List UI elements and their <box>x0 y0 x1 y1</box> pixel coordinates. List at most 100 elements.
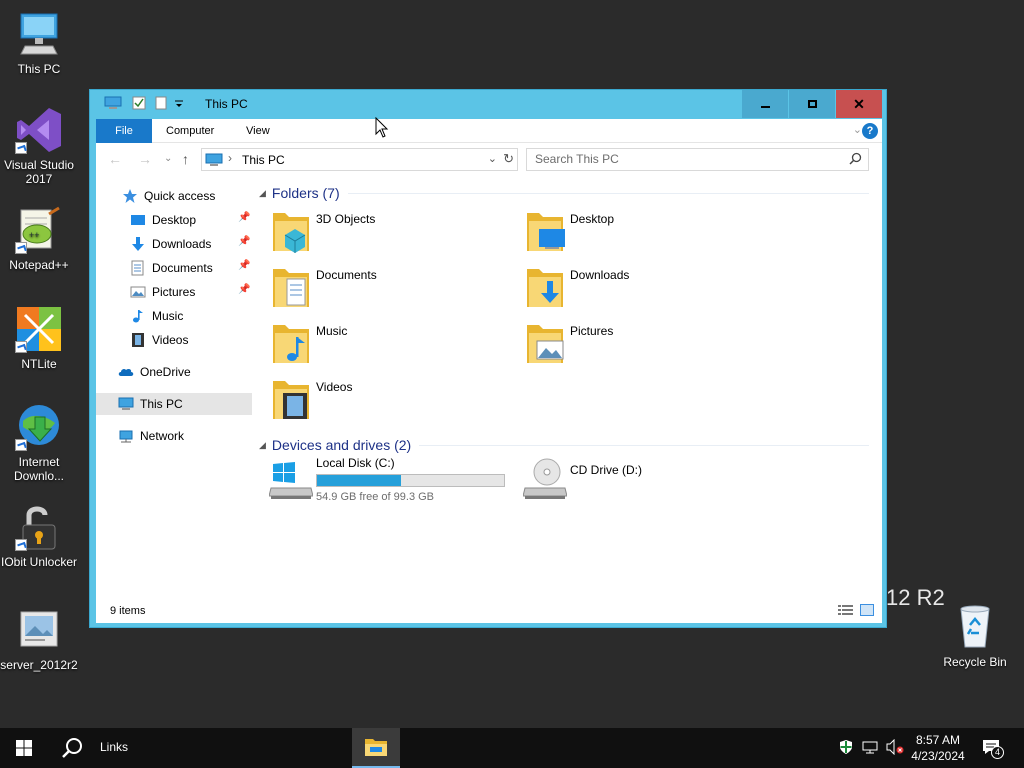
pin-icon[interactable]: 📌 <box>238 260 250 271</box>
taskbar-clock[interactable]: 8:57 AM 4/23/2024 <box>906 732 970 764</box>
tab-view[interactable]: View <box>232 119 284 143</box>
action-center-button[interactable]: 4 <box>982 738 1004 759</box>
sidebar-item-downloads[interactable]: Downloads <box>130 233 211 255</box>
sidebar-item-label: Network <box>140 429 185 443</box>
sidebar-item-onedrive[interactable]: OneDrive <box>118 361 191 383</box>
title-bar[interactable]: This PC ✕ <box>90 90 886 119</box>
tab-computer[interactable]: Computer <box>152 119 228 143</box>
forward-arrow-icon[interactable]: → <box>138 151 152 167</box>
new-folder-icon[interactable] <box>154 96 168 113</box>
address-bar[interactable]: › This PC ⌄ ↻ <box>201 148 518 171</box>
back-arrow-icon[interactable]: ← <box>108 151 122 167</box>
shortcut-arrow-icon <box>15 539 27 551</box>
computer-icon <box>118 396 134 412</box>
desktop-icon-server-image[interactable]: server_2012r2 <box>0 606 78 672</box>
desktop-icon-notepad-plus-plus[interactable]: ++ Notepad++ <box>0 206 78 272</box>
taskbar-file-explorer-button[interactable] <box>352 728 400 768</box>
drive-label: CD Drive (D:) <box>570 463 642 477</box>
close-button[interactable]: ✕ <box>836 90 882 118</box>
pin-icon[interactable]: 📌 <box>238 284 250 295</box>
folder-label: Downloads <box>570 268 630 282</box>
desktop-icon-label: Internet Downlo... <box>13 455 65 483</box>
details-view-icon[interactable] <box>838 604 854 619</box>
shortcut-arrow-icon <box>15 341 27 353</box>
search-icon[interactable] <box>849 152 862 168</box>
pin-icon[interactable]: 📌 <box>238 236 250 247</box>
folders-group-header[interactable]: ◢ Folders (7) <box>259 185 869 201</box>
help-icon[interactable]: ? <box>862 123 878 139</box>
breadcrumb-separator-icon[interactable]: › <box>228 151 232 165</box>
sidebar-item-music[interactable]: Music <box>130 305 183 327</box>
shortcut-arrow-icon <box>15 439 27 451</box>
network-icon[interactable] <box>862 739 878 758</box>
folders-group-title: Folders (7) <box>271 185 340 201</box>
search-box[interactable] <box>526 148 869 171</box>
sidebar-item-desktop[interactable]: Desktop <box>130 209 196 231</box>
up-arrow-icon[interactable]: ↑ <box>182 151 189 167</box>
notification-count-badge: 4 <box>991 746 1004 759</box>
folder-item-pictures[interactable]: Pictures <box>513 321 753 373</box>
3d-objects-folder-icon <box>271 209 311 253</box>
clock-date: 4/23/2024 <box>911 749 965 763</box>
folder-item-desktop[interactable]: Desktop <box>513 209 753 261</box>
collapse-triangle-icon[interactable]: ◢ <box>259 440 266 451</box>
cloud-icon <box>118 364 134 380</box>
sidebar-item-documents[interactable]: Documents <box>130 257 213 279</box>
folder-item-documents[interactable]: Documents <box>259 265 499 317</box>
drive-item-cd-drive[interactable]: CD Drive (D:) <box>513 456 763 508</box>
folder-item-downloads[interactable]: Downloads <box>513 265 753 317</box>
address-dropdown-icon[interactable]: ⌄ <box>488 152 497 165</box>
expand-ribbon-icon[interactable]: ⌄ <box>853 123 862 136</box>
maximize-icon <box>807 100 817 108</box>
collapse-triangle-icon[interactable]: ◢ <box>259 188 266 199</box>
sidebar-item-pictures[interactable]: Pictures <box>130 281 195 303</box>
start-button[interactable] <box>0 728 48 768</box>
search-input[interactable] <box>535 152 835 166</box>
drive-item-local-disk[interactable]: Local Disk (C:) 54.9 GB free of 99.3 GB <box>259 456 509 508</box>
desktop-folder-icon <box>525 209 565 253</box>
devices-group-title: Devices and drives (2) <box>271 437 412 453</box>
status-bar: 9 items <box>96 599 882 623</box>
minimize-button[interactable] <box>742 90 788 118</box>
ntlite-icon <box>15 305 63 353</box>
star-icon <box>122 188 138 204</box>
large-icons-view-icon[interactable] <box>860 604 874 619</box>
desktop-icon-label: server_2012r2 <box>0 658 78 672</box>
volume-muted-icon[interactable] <box>886 738 904 758</box>
folder-item-3d-objects[interactable]: 3D Objects <box>259 209 499 261</box>
desktop-icon-visual-studio[interactable]: Visual Studio 2017 <box>0 106 78 186</box>
sidebar-item-this-pc[interactable]: This PC <box>96 393 252 415</box>
devices-group-header[interactable]: ◢ Devices and drives (2) <box>259 437 869 453</box>
links-toolbar[interactable]: Links <box>100 740 128 754</box>
pin-icon[interactable]: 📌 <box>238 212 250 223</box>
music-note-icon <box>130 308 146 324</box>
folder-item-music[interactable]: Music <box>259 321 499 373</box>
tab-file[interactable]: File <box>96 119 152 143</box>
drive-free-space: 54.9 GB free of 99.3 GB <box>316 491 435 503</box>
image-file-icon <box>15 606 63 654</box>
drive-label: Local Disk (C:) <box>316 456 395 470</box>
sidebar-item-videos[interactable]: Videos <box>130 329 188 351</box>
desktop-icon-label: IObit Unlocker <box>0 555 78 569</box>
desktop-icon-ntlite[interactable]: NTLite <box>0 305 78 371</box>
taskbar-search-button[interactable] <box>52 728 92 768</box>
recent-locations-icon[interactable]: ⌄ <box>164 153 172 164</box>
breadcrumb-location[interactable]: This PC <box>242 153 285 167</box>
sidebar-item-network[interactable]: Network <box>118 425 184 447</box>
desktop-icon-iobit-unlocker[interactable]: IObit Unlocker <box>0 503 78 569</box>
taskbar: Links 8:57 AM 4/23/2024 4 <box>0 728 1024 768</box>
sidebar-item-quick-access[interactable]: Quick access <box>122 185 215 207</box>
folder-label: Music <box>316 324 348 338</box>
document-icon <box>130 260 146 276</box>
folder-item-videos[interactable]: Videos <box>259 377 499 429</box>
desktop-icon-internet-download-manager[interactable]: Internet Downlo... <box>0 403 78 483</box>
maximize-button[interactable] <box>789 90 835 118</box>
properties-icon[interactable] <box>132 96 146 113</box>
clock-time: 8:57 AM <box>915 733 961 747</box>
defender-shield-icon[interactable] <box>838 739 854 758</box>
explorer-content: File Computer View ⌄ ? ← → ⌄ ↑ › This PC… <box>96 119 882 623</box>
customize-toolbar-icon[interactable] <box>174 98 184 112</box>
desktop-icon-this-pc[interactable]: This PC <box>0 10 78 76</box>
refresh-icon[interactable]: ↻ <box>503 151 514 167</box>
desktop-icon-recycle-bin[interactable]: Recycle Bin <box>936 603 1014 669</box>
